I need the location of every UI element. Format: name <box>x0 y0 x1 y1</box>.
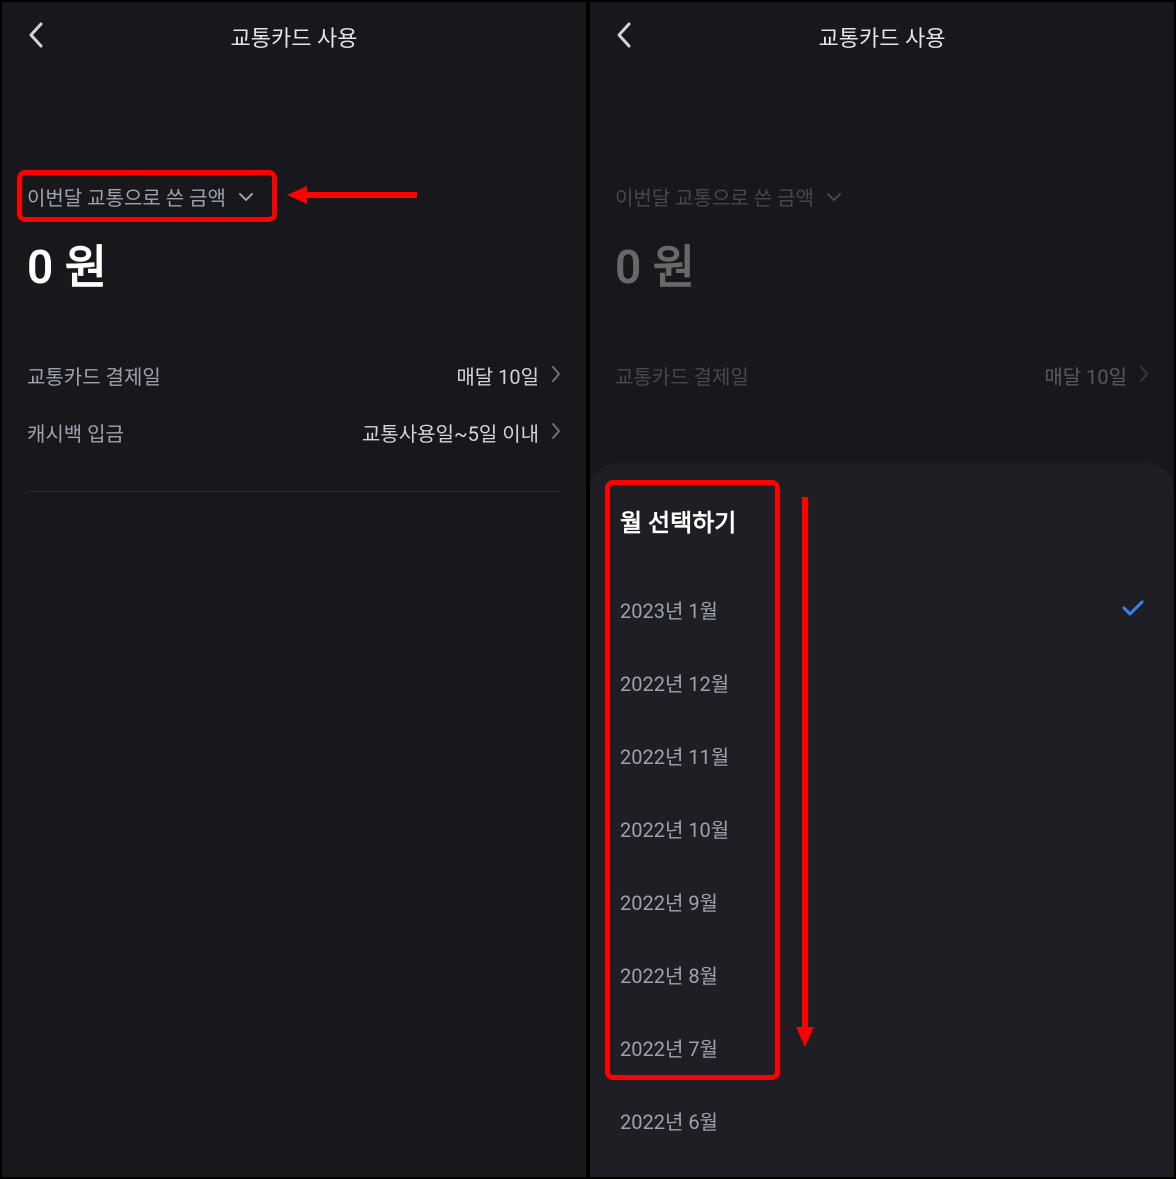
month-label: 2022년 10월 <box>620 814 729 843</box>
month-dropdown: 이번달 교통으로 쓴 금액 <box>615 182 842 211</box>
month-label: 2023년 1월 <box>620 595 718 624</box>
month-label: 2022년 8월 <box>620 960 718 989</box>
month-option[interactable]: 2022년 8월 <box>620 938 1144 1011</box>
month-option[interactable]: 2022년 11월 <box>620 719 1144 792</box>
month-option[interactable]: 2022년 9월 <box>620 865 1144 938</box>
chevron-down-icon <box>238 187 254 206</box>
payment-date-row[interactable]: 교통카드 결제일 매달 10일 <box>27 347 561 404</box>
header: 교통카드 사용 <box>590 2 1174 72</box>
amount-value: 0 원 <box>615 231 1149 297</box>
page-title: 교통카드 사용 <box>819 21 946 53</box>
chevron-down-icon <box>826 187 842 206</box>
info-label: 교통카드 결제일 <box>27 361 161 390</box>
month-selector-sheet: 월 선택하기 2023년 1월 2022년 12월 2022년 11월 2022… <box>590 463 1174 1177</box>
content-dimmed: 이번달 교통으로 쓴 금액 0 원 교통카드 결제일 매달 10일 <box>590 72 1174 434</box>
cashback-row[interactable]: 캐시백 입금 교통사용일~5일 이내 <box>27 404 561 461</box>
sheet-title: 월 선택하기 <box>620 503 1144 538</box>
month-dropdown[interactable]: 이번달 교통으로 쓴 금액 <box>27 182 254 211</box>
screen-2: 교통카드 사용 이번달 교통으로 쓴 금액 0 원 교통카드 결제일 매달 10… <box>588 0 1176 1179</box>
amount-value: 0 원 <box>27 231 561 297</box>
screen-1: 교통카드 사용 이번달 교통으로 쓴 금액 0 원 교통카드 결제일 매달 10… <box>0 0 588 1179</box>
dropdown-label: 이번달 교통으로 쓴 금액 <box>615 182 814 211</box>
page-title: 교통카드 사용 <box>231 21 358 53</box>
info-label: 캐시백 입금 <box>27 418 124 447</box>
month-label: 2022년 7월 <box>620 1033 718 1062</box>
chevron-right-icon <box>1139 365 1149 387</box>
content: 이번달 교통으로 쓴 금액 0 원 교통카드 결제일 매달 10일 <box>2 72 586 492</box>
info-list: 교통카드 결제일 매달 10일 캐시백 입금 교통사용일~5일 이내 <box>27 347 561 492</box>
header: 교통카드 사용 <box>2 2 586 72</box>
check-icon <box>1122 600 1144 620</box>
month-label: 2022년 9월 <box>620 887 718 916</box>
info-value: 매달 10일 <box>456 361 539 390</box>
info-value: 교통사용일~5일 이내 <box>362 418 539 447</box>
month-option[interactable]: 2023년 1월 <box>620 573 1144 646</box>
payment-date-row: 교통카드 결제일 매달 10일 <box>615 347 1149 404</box>
info-value: 매달 10일 <box>1044 361 1127 390</box>
month-list: 2023년 1월 2022년 12월 2022년 11월 2022년 10월 2… <box>620 573 1144 1157</box>
info-label: 교통카드 결제일 <box>615 361 749 390</box>
month-option[interactable]: 2022년 7월 <box>620 1011 1144 1084</box>
month-option[interactable]: 2022년 6월 <box>620 1084 1144 1157</box>
month-label: 2022년 6월 <box>620 1106 718 1135</box>
chevron-right-icon <box>551 422 561 444</box>
back-icon[interactable] <box>615 20 633 54</box>
back-icon[interactable] <box>27 20 45 54</box>
dropdown-label: 이번달 교통으로 쓴 금액 <box>27 182 226 211</box>
info-list: 교통카드 결제일 매달 10일 <box>615 347 1149 434</box>
month-option[interactable]: 2022년 10월 <box>620 792 1144 865</box>
month-label: 2022년 11월 <box>620 741 729 770</box>
month-label: 2022년 12월 <box>620 668 729 697</box>
month-option[interactable]: 2022년 12월 <box>620 646 1144 719</box>
chevron-right-icon <box>551 365 561 387</box>
